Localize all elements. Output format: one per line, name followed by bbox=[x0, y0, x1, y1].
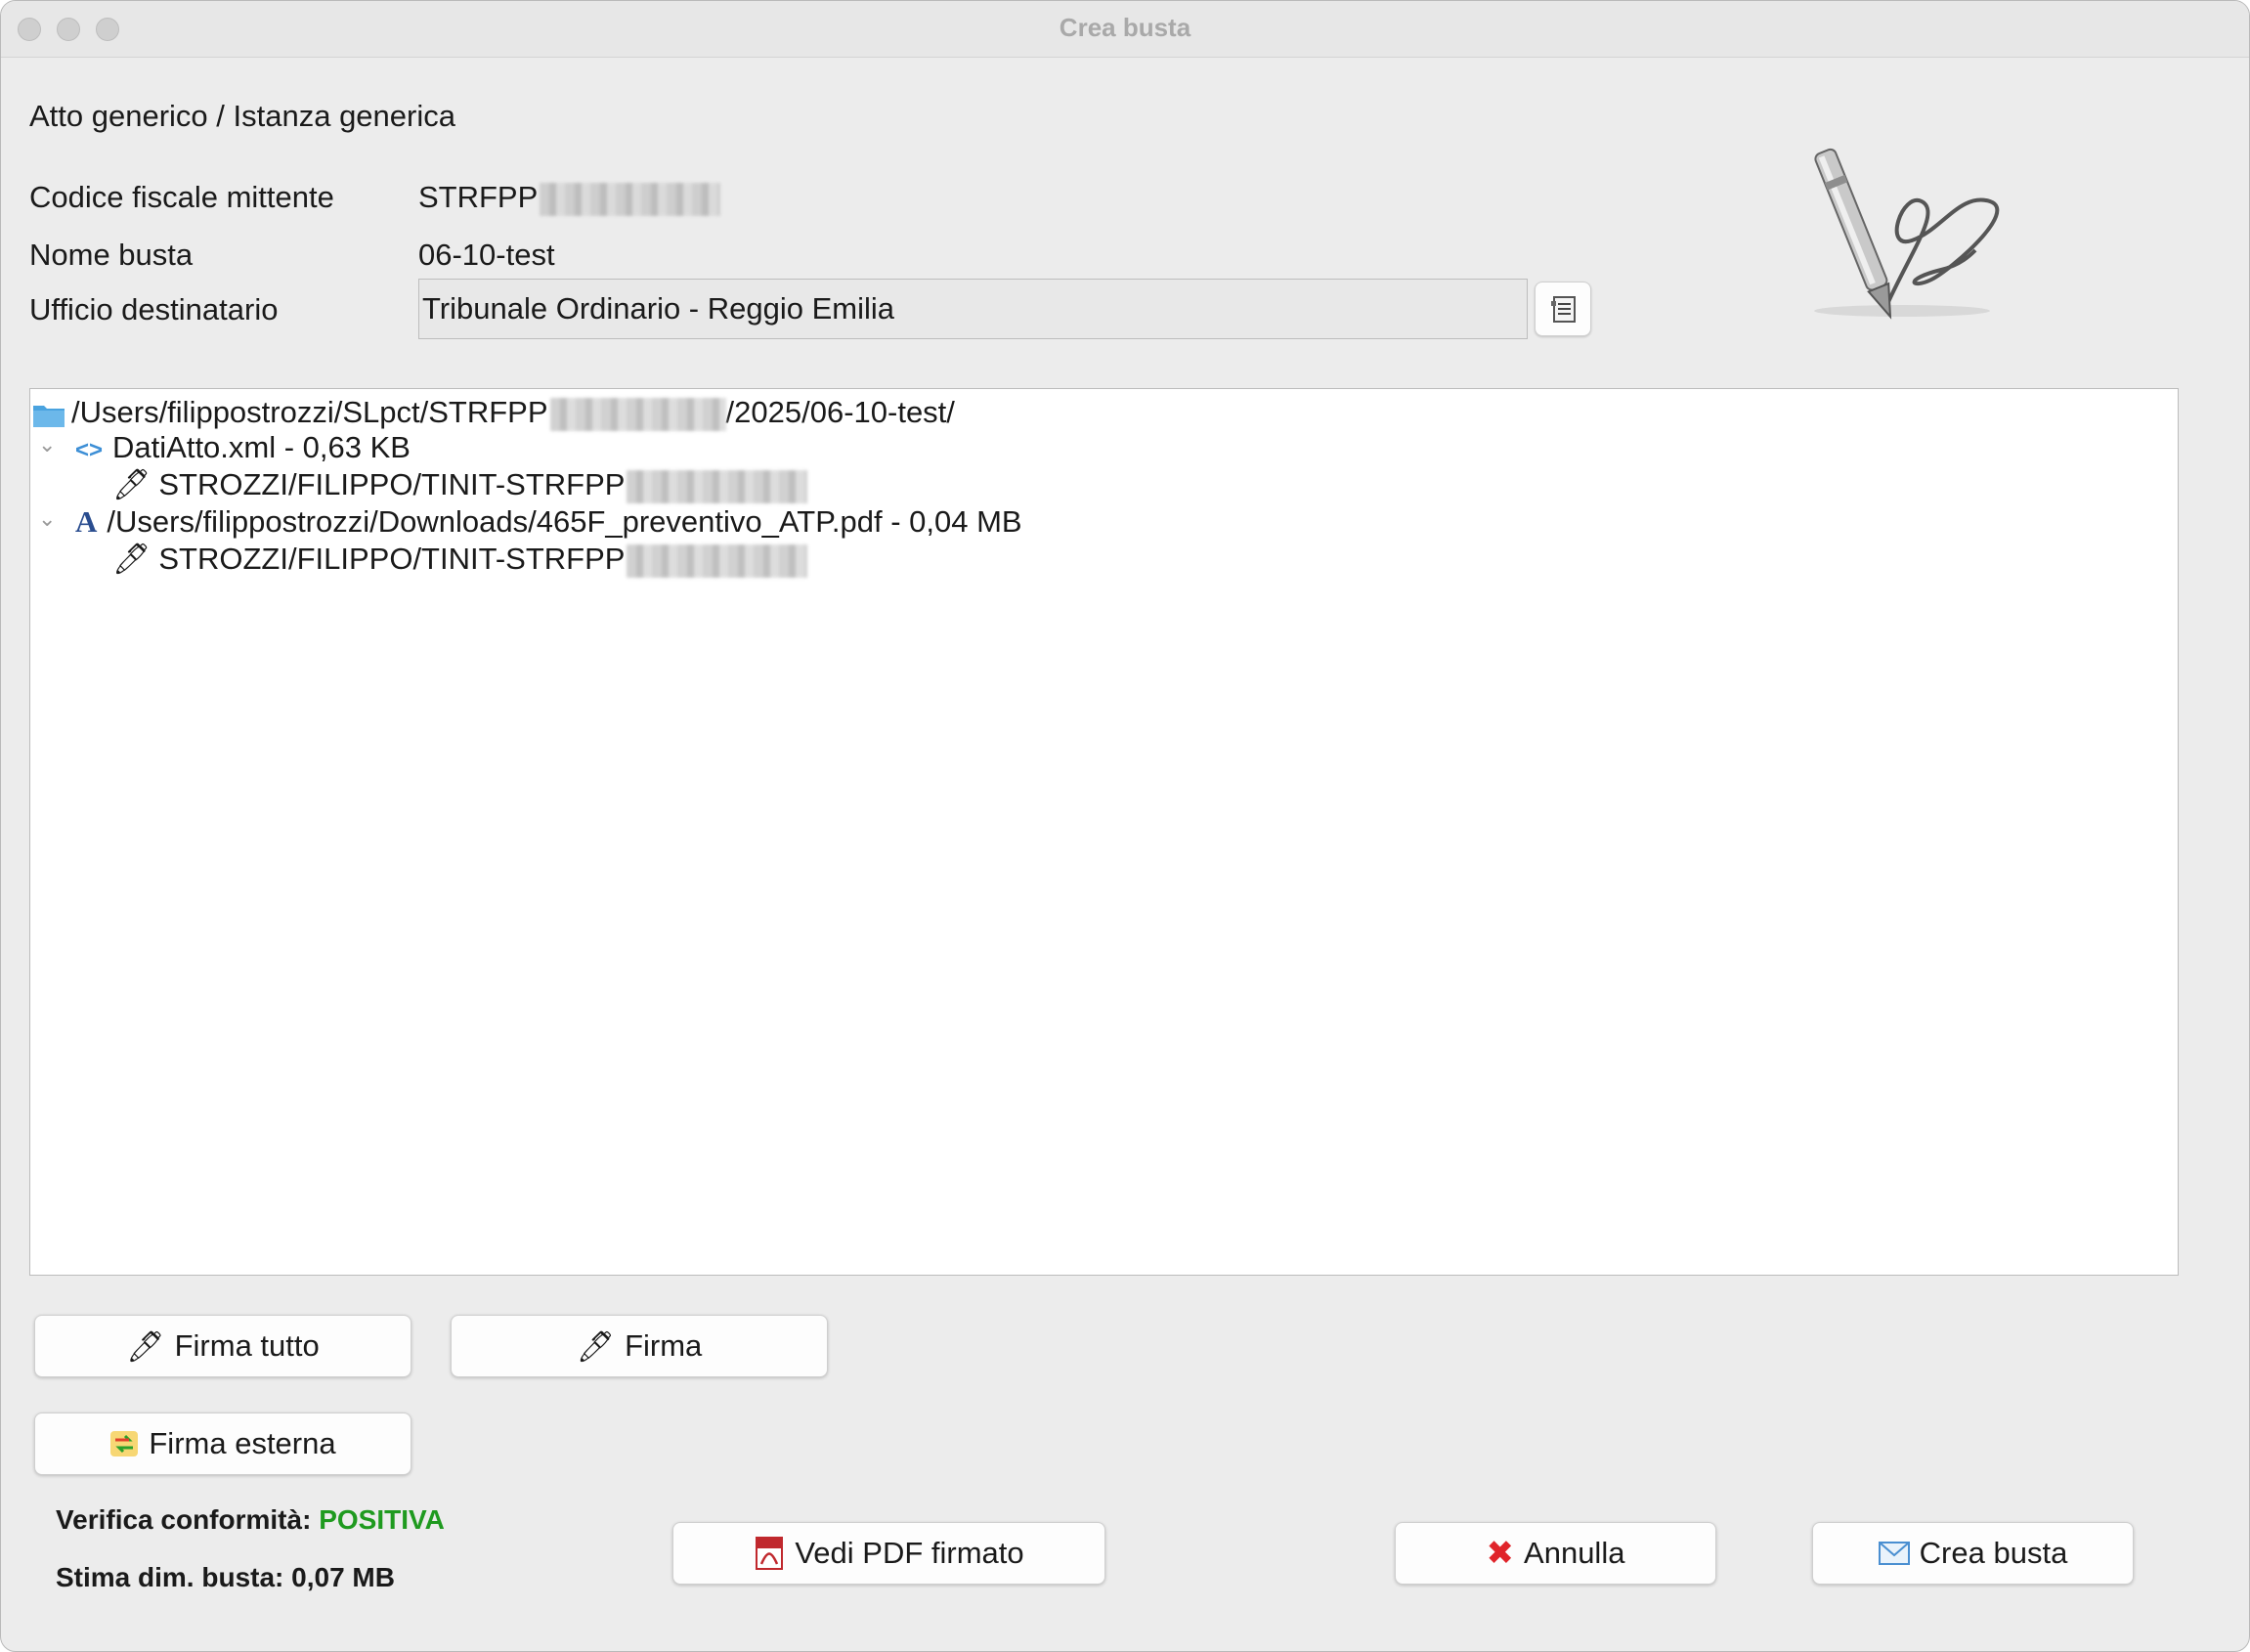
crea-busta-window: Crea busta Atto generico / Istanza gener… bbox=[0, 0, 2250, 1652]
redacted-text bbox=[540, 182, 721, 216]
transfer-icon bbox=[109, 1430, 139, 1457]
envelope-icon bbox=[1878, 1542, 1910, 1565]
sign-button[interactable]: 🖊 Firma bbox=[451, 1315, 828, 1377]
tree-signature-pdf[interactable]: 🖊 STROZZI/FILIPPO/TINIT-STRFPP bbox=[112, 542, 808, 578]
envelope-size-value: 0,07 MB bbox=[291, 1562, 395, 1592]
office-label: Ufficio destinatario bbox=[29, 292, 279, 326]
document-list-icon bbox=[1551, 296, 1576, 323]
pdf-icon bbox=[754, 1537, 785, 1570]
tree-item-xml[interactable]: <> DatiAtto.xml - 0,63 KB bbox=[75, 430, 411, 468]
office-field[interactable]: Tribunale Ordinario - Reggio Emilia bbox=[418, 279, 1528, 339]
signature-pen-logo bbox=[1814, 148, 2000, 320]
pen-icon: 🖊 bbox=[576, 1328, 616, 1364]
redacted-text bbox=[627, 543, 808, 578]
redacted-text bbox=[549, 397, 726, 431]
chevron-down-icon[interactable]: ⌄ bbox=[38, 506, 56, 532]
folder-icon bbox=[33, 405, 65, 427]
view-signed-pdf-button[interactable]: Vedi PDF firmato bbox=[672, 1522, 1105, 1585]
conformity-value: POSITIVA bbox=[319, 1504, 445, 1535]
close-icon: ✖ bbox=[1486, 1535, 1515, 1572]
title-bar: Crea busta bbox=[1, 1, 2249, 58]
pen-icon: 🖊 bbox=[126, 1328, 165, 1364]
pen-icon: 🖊 bbox=[112, 542, 151, 576]
document-type-label: Atto generico / Istanza generica bbox=[29, 99, 455, 133]
create-envelope-button[interactable]: Crea busta bbox=[1812, 1522, 2134, 1585]
envelope-size-estimate: Stima dim. busta: 0,07 MB bbox=[56, 1562, 395, 1592]
window-title: Crea busta bbox=[1059, 13, 1191, 42]
select-office-button[interactable] bbox=[1535, 282, 1591, 336]
tree-signature-xml[interactable]: 🖊 STROZZI/FILIPPO/TINIT-STRFPP bbox=[112, 467, 808, 503]
pen-icon: 🖊 bbox=[112, 467, 151, 501]
tax-code-label: Codice fiscale mittente bbox=[29, 180, 334, 214]
cancel-button[interactable]: ✖ Annulla bbox=[1395, 1522, 1716, 1585]
chevron-down-icon[interactable]: ⌄ bbox=[38, 432, 56, 457]
tree-item-pdf[interactable]: A/Users/filippostrozzi/Downloads/465F_pr… bbox=[75, 504, 1022, 540]
tree-root[interactable]: /Users/filippostrozzi/SLpct/STRFPP/2025/… bbox=[32, 395, 955, 431]
external-sign-button[interactable]: Firma esterna bbox=[34, 1413, 411, 1475]
redacted-text bbox=[627, 469, 808, 503]
tax-code-value: STRFPP bbox=[418, 180, 721, 216]
envelope-content-tree[interactable]: /Users/filippostrozzi/SLpct/STRFPP/2025/… bbox=[29, 388, 2179, 1276]
pdf-file-icon: A bbox=[75, 504, 98, 539]
envelope-name-value: 06-10-test bbox=[418, 238, 555, 272]
office-value: Tribunale Ordinario - Reggio Emilia bbox=[422, 291, 894, 326]
sign-all-button[interactable]: 🖊 Firma tutto bbox=[34, 1315, 411, 1377]
xml-file-icon: <> bbox=[75, 437, 104, 463]
envelope-name-label: Nome busta bbox=[29, 238, 194, 272]
conformity-status: Verifica conformità: POSITIVA bbox=[56, 1504, 445, 1535]
